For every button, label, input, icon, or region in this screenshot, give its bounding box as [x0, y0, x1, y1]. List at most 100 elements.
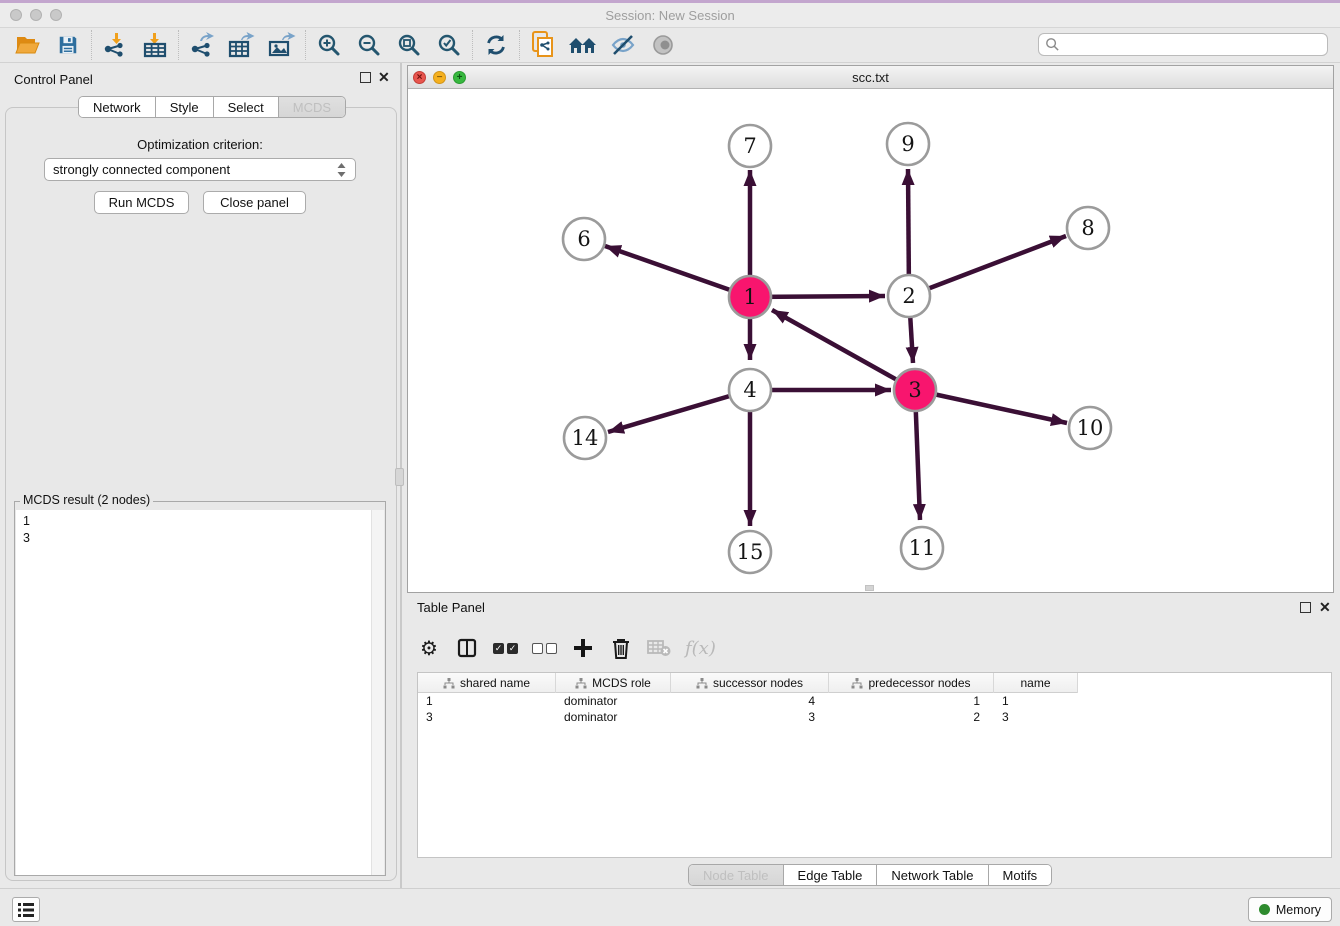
- toolbar-separator: [305, 30, 306, 60]
- table-panel-float-button[interactable]: [1300, 602, 1311, 613]
- network-graph: 7 9 6 8 1 2 4 3 14 10 15 11: [408, 89, 1333, 592]
- show-columns-button[interactable]: [455, 634, 479, 662]
- home-button[interactable]: [563, 30, 603, 60]
- application-window: Session: New Session: [0, 0, 1340, 926]
- deselect-all-button[interactable]: [532, 634, 557, 662]
- zoom-out-button[interactable]: [349, 30, 389, 60]
- graph-edge-3-1[interactable]: [772, 310, 915, 390]
- panel-divider-grip[interactable]: [395, 468, 404, 486]
- new-network-from-selection-button[interactable]: [523, 30, 563, 60]
- column-header-mcds-role[interactable]: MCDS role: [556, 673, 671, 693]
- graph-edge-3-10[interactable]: [915, 390, 1067, 423]
- table-cell[interactable]: 3: [418, 709, 556, 725]
- delete-table-button[interactable]: [647, 634, 671, 662]
- status-bar: Memory: [0, 888, 1340, 926]
- memory-button[interactable]: Memory: [1248, 897, 1332, 922]
- column-header-predecessor-nodes[interactable]: predecessor nodes: [829, 673, 994, 693]
- tab-network-table[interactable]: Network Table: [876, 865, 987, 885]
- toolbar-separator: [519, 30, 520, 60]
- column-header-shared-name[interactable]: shared name: [418, 673, 556, 693]
- criterion-dropdown[interactable]: strongly connected component: [44, 158, 356, 181]
- table-cell[interactable]: dominator: [556, 693, 671, 709]
- graph-node-11[interactable]: 11: [901, 527, 943, 569]
- settings-gear-button[interactable]: ⚙: [417, 634, 441, 662]
- zoom-selected-button[interactable]: [429, 30, 469, 60]
- zoom-fit-button[interactable]: [389, 30, 429, 60]
- graph-edge-1-6[interactable]: [605, 246, 750, 297]
- network-canvas[interactable]: 7 9 6 8 1 2 4 3 14 10 15 11: [408, 89, 1333, 592]
- tab-style[interactable]: Style: [155, 97, 213, 117]
- open-file-button[interactable]: [8, 30, 48, 60]
- tab-network[interactable]: Network: [79, 97, 155, 117]
- tab-select[interactable]: Select: [213, 97, 278, 117]
- tab-motifs[interactable]: Motifs: [988, 865, 1052, 885]
- hide-graphics-details-button[interactable]: [603, 30, 643, 60]
- network-window: × − + scc.txt 7 9 6 8 1 2 4 3 14 10 15 11: [407, 65, 1334, 593]
- search-input[interactable]: [1064, 36, 1327, 54]
- show-hide-panels-button[interactable]: [643, 30, 683, 60]
- mcds-result-text[interactable]: 13: [16, 510, 372, 875]
- apply-layout-button[interactable]: [476, 30, 516, 60]
- import-network-button[interactable]: [95, 30, 135, 60]
- table-row[interactable]: 3dominator323: [418, 709, 1078, 725]
- run-mcds-button[interactable]: Run MCDS: [94, 191, 189, 214]
- select-all-button[interactable]: ✓✓: [493, 634, 518, 662]
- gear-icon: ⚙: [420, 636, 438, 661]
- graph-node-7[interactable]: 7: [729, 125, 771, 167]
- delete-row-button[interactable]: [609, 634, 633, 662]
- table-row[interactable]: 1dominator411: [418, 693, 1078, 709]
- documents-share-icon: [530, 31, 556, 59]
- table-cell[interactable]: 1: [418, 693, 556, 709]
- table-cell[interactable]: 1: [829, 693, 994, 709]
- graph-node-15[interactable]: 15: [729, 531, 771, 573]
- graph-node-10[interactable]: 10: [1069, 407, 1111, 449]
- graph-node-3[interactable]: 3: [894, 369, 936, 411]
- task-history-button[interactable]: [12, 897, 40, 922]
- zoom-fit-icon: [397, 33, 421, 57]
- graph-node-1[interactable]: 1: [729, 276, 771, 318]
- tab-edge-table[interactable]: Edge Table: [783, 865, 877, 885]
- export-network-button[interactable]: [182, 30, 222, 60]
- graph-node-4[interactable]: 4: [729, 369, 771, 411]
- export-network-icon: [189, 32, 215, 58]
- tab-node-table[interactable]: Node Table: [689, 865, 783, 885]
- column-header-successor-nodes[interactable]: successor nodes: [671, 673, 829, 693]
- table-cell[interactable]: 3: [671, 709, 829, 725]
- export-table-button[interactable]: [222, 30, 262, 60]
- graph-node-6[interactable]: 6: [563, 218, 605, 260]
- control-panel-close-button[interactable]: ✕: [378, 69, 390, 86]
- column-header-name[interactable]: name: [994, 673, 1078, 693]
- graph-node-2[interactable]: 2: [888, 275, 930, 317]
- function-builder-button[interactable]: f(x): [685, 634, 716, 662]
- canvas-grip[interactable]: [865, 585, 874, 591]
- table-cell[interactable]: 3: [994, 709, 1078, 725]
- table-panel-close-button[interactable]: ✕: [1319, 599, 1331, 616]
- mcds-result-scrollbar[interactable]: [371, 510, 384, 875]
- import-table-button[interactable]: [135, 30, 175, 60]
- add-row-button[interactable]: [571, 634, 595, 662]
- columns-icon: [457, 638, 477, 658]
- control-panel-header: Control Panel ✕: [0, 66, 400, 92]
- graph-node-8[interactable]: 8: [1067, 207, 1109, 249]
- search-box[interactable]: [1038, 33, 1328, 56]
- save-session-button[interactable]: [48, 30, 88, 60]
- graph-node-9[interactable]: 9: [887, 123, 929, 165]
- graph-node-14[interactable]: 14: [564, 417, 606, 459]
- table-cell[interactable]: 4: [671, 693, 829, 709]
- tab-mcds[interactable]: MCDS: [278, 97, 345, 117]
- export-image-button[interactable]: [262, 30, 302, 60]
- graph-edge-2-8[interactable]: [909, 236, 1066, 296]
- mcds-result-title: MCDS result (2 nodes): [20, 493, 153, 507]
- network-window-titlebar[interactable]: × − + scc.txt: [408, 66, 1333, 89]
- table-cell[interactable]: dominator: [556, 709, 671, 725]
- eye-icon: [651, 33, 675, 57]
- column-header-label: name: [1020, 676, 1050, 690]
- close-panel-button[interactable]: Close panel: [203, 191, 306, 214]
- table-cell[interactable]: 2: [829, 709, 994, 725]
- column-header-label: MCDS role: [592, 676, 651, 690]
- fx-icon: f(x): [685, 638, 716, 659]
- control-panel-float-button[interactable]: [360, 72, 371, 83]
- table-cell[interactable]: 1: [994, 693, 1078, 709]
- zoom-in-button[interactable]: [309, 30, 349, 60]
- deselect-all-icon: [532, 643, 557, 654]
